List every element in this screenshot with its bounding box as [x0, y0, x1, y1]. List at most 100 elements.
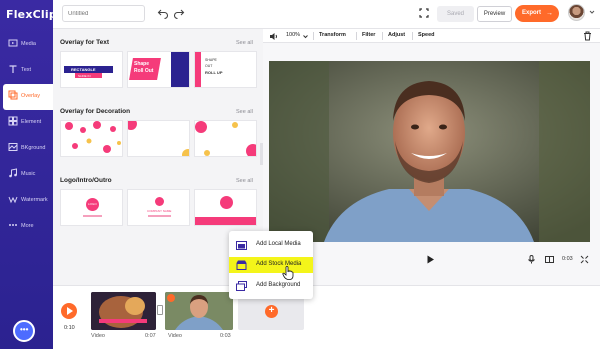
sidebar: FlexClip Media Text Overlay Element BKgr… [0, 0, 57, 349]
menu-item-label: Add Stock Media [256, 261, 302, 267]
menu-item-label: Add Background [256, 282, 301, 288]
export-button[interactable]: Export → [515, 5, 559, 22]
sidebar-item-text[interactable]: Text [0, 58, 53, 84]
sidebar-item-media[interactable]: Media [0, 32, 53, 58]
arrow-right-icon: → [546, 10, 553, 17]
sidebar-item-label: Overlay [21, 93, 40, 99]
thumb-text: RECTANGLE [71, 67, 96, 72]
menu-item-add-background[interactable]: Add Background [229, 278, 313, 294]
menu-item-add-local-media[interactable]: Add Local Media [229, 237, 313, 253]
project-title-input[interactable] [62, 5, 145, 22]
see-all-link[interactable]: See all [236, 40, 253, 46]
divider [356, 32, 357, 40]
speed-button[interactable]: Speed [418, 32, 435, 38]
chat-support-button[interactable]: ••• [13, 320, 35, 342]
sidebar-item-label: Watermark [21, 197, 48, 203]
transition-handle[interactable] [157, 305, 163, 315]
text-icon [9, 65, 17, 73]
thumb-text: SHAPE [205, 58, 217, 62]
top-bar: Saved Preview Export → [53, 0, 600, 29]
overlay-thumb-rectangle[interactable]: RECTANGLE SLIDE IN [60, 51, 123, 88]
sidebar-item-label: Text [21, 67, 32, 73]
filter-button[interactable]: Filter [362, 32, 375, 38]
music-icon [9, 168, 17, 178]
trash-icon[interactable] [583, 31, 592, 41]
section-title-overlay-text: Overlay for Text [60, 39, 110, 46]
flexclip-editor: FlexClip Media Text Overlay Element BKgr… [0, 0, 600, 349]
chat-icon: ••• [20, 325, 29, 334]
section-title-logo-intro-outro: Logo/Intro/Outro [60, 177, 112, 184]
overlay-icon [8, 90, 18, 100]
sidebar-item-label: Element [21, 119, 42, 125]
sidebar-item-label: BKground [21, 145, 46, 151]
sidebar-item-bkground[interactable]: BKground [0, 136, 53, 162]
clip-label: Video [91, 333, 105, 339]
sidebar-item-overlay[interactable]: Overlay [3, 84, 53, 110]
media-icon [8, 39, 18, 47]
menu-item-label: Add Local Media [256, 241, 301, 247]
watermark-icon [8, 196, 18, 204]
play-icon[interactable] [426, 255, 435, 264]
divider [412, 32, 413, 40]
timeline-clip-1[interactable] [91, 292, 156, 330]
app-logo: FlexClip [6, 8, 57, 21]
logo-thumb-3[interactable] [194, 189, 257, 226]
redo-icon[interactable] [173, 7, 185, 19]
clip-label: Video [168, 333, 182, 339]
adjust-button[interactable]: Adjust [388, 32, 405, 38]
element-icon [8, 116, 18, 126]
collapse-icon[interactable] [580, 255, 589, 264]
export-label: Export [522, 10, 542, 16]
video-preview[interactable] [269, 61, 590, 242]
canvas-toolbar: 100% Transform Filter Adjust Speed [263, 29, 600, 43]
zoom-level-select[interactable]: 100% [286, 32, 300, 38]
sidebar-item-music[interactable]: Music [0, 162, 53, 188]
chevron-down-icon[interactable] [303, 34, 308, 39]
caption-icon[interactable] [545, 255, 554, 264]
current-time: 0:03 [562, 256, 573, 262]
transform-button[interactable]: Transform [319, 32, 346, 38]
more-icon [9, 224, 17, 226]
thumb-text: COMPANY NAME [147, 209, 172, 213]
chevron-down-icon[interactable] [589, 9, 595, 15]
overlay-thumb-shape-out[interactable]: SHAPE OUT ROLL UP [194, 51, 257, 88]
decoration-thumb-dots[interactable] [60, 120, 123, 157]
undo-icon[interactable] [157, 7, 169, 19]
sidebar-item-label: Music [21, 171, 36, 177]
see-all-link[interactable]: See all [236, 109, 253, 115]
sidebar-item-more[interactable]: More [0, 214, 53, 240]
timeline-clip-2[interactable] [165, 292, 233, 330]
background-layer-icon [236, 281, 247, 291]
volume-icon[interactable] [269, 32, 278, 41]
thumb-text: ROLL UP [205, 70, 223, 75]
avatar[interactable] [568, 4, 585, 21]
timeline-play-button[interactable] [61, 303, 77, 319]
thumb-text: OUT [205, 64, 213, 68]
sidebar-item-watermark[interactable]: Watermark [0, 188, 53, 214]
see-all-link[interactable]: See all [236, 178, 253, 184]
logo-thumb-2[interactable]: COMPANY NAME [127, 189, 190, 226]
add-media-menu: Add Local Media Add Stock Media Add Back… [229, 231, 313, 299]
menu-item-add-stock-media[interactable]: Add Stock Media [229, 257, 313, 273]
timeline-total-time: 0:10 [64, 325, 75, 331]
section-title-overlay-decoration: Overlay for Decoration [60, 108, 131, 115]
preview-button[interactable]: Preview [477, 6, 512, 22]
sidebar-item-label: More [21, 223, 34, 229]
overlay-thumb-shape-roll[interactable]: Shape Roll Out [127, 51, 190, 88]
microphone-icon[interactable] [527, 255, 536, 264]
folder-media-icon [236, 241, 247, 250]
decoration-thumb-circles[interactable] [194, 120, 257, 157]
fullscreen-icon[interactable] [419, 8, 429, 18]
saved-status-button: Saved [437, 6, 474, 22]
logo-thumb-1[interactable]: LOGO [60, 189, 123, 226]
sidebar-item-element[interactable]: Element [0, 110, 53, 136]
divider [382, 32, 383, 40]
plus-icon[interactable]: + [265, 305, 278, 318]
sidebar-item-label: Media [21, 41, 36, 47]
thumb-text: Shape [134, 61, 150, 67]
thumb-text: SLIDE IN [78, 73, 91, 78]
stock-media-icon [236, 260, 247, 270]
decoration-thumb-corners[interactable] [127, 120, 190, 157]
clip-duration: 0:07 [145, 333, 156, 339]
clip-duration: 0:03 [220, 333, 231, 339]
